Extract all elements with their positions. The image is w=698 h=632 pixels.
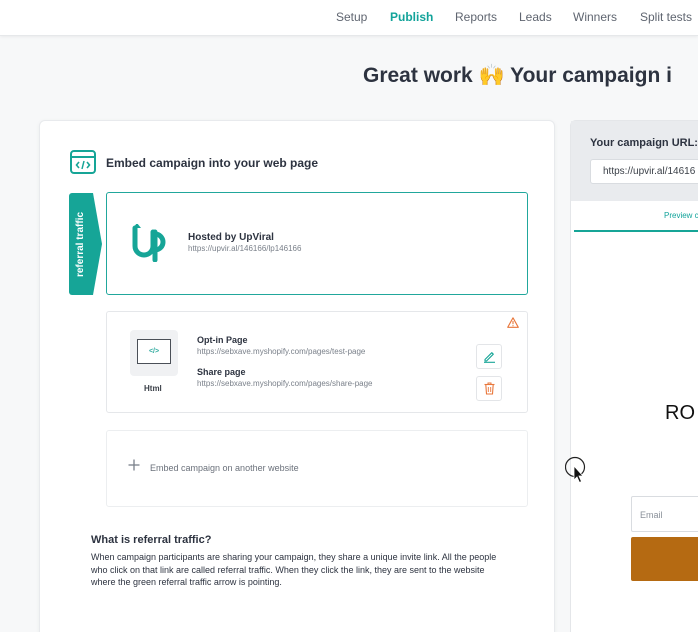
share-page-url: https://sebxave.myshopify.com/pages/shar… [197,379,373,388]
embed-code-icon [70,150,96,174]
optin-page-title: Opt-in Page [197,335,248,345]
delete-button[interactable] [476,376,502,401]
referral-help-text: When campaign participants are sharing y… [91,552,497,587]
hosted-option[interactable] [106,192,528,295]
preview-heading: RO [665,402,695,424]
page-title: Great work 🙌 Your campaign i [363,64,672,87]
tab-preview[interactable]: Preview c [664,211,698,220]
add-embed-label: Embed campaign on another website [150,463,299,473]
warning-icon [507,317,519,328]
tab-leads[interactable]: Leads [519,10,552,24]
html-code-icon: </> [137,339,171,364]
submit-button[interactable] [631,537,698,581]
top-nav: Setup Publish Reports Leads Winners Spli… [0,0,698,36]
tab-split-tests[interactable]: Split tests [640,10,692,24]
edit-pencil-icon [483,352,495,363]
tab-reports[interactable]: Reports [455,10,497,24]
share-page-title: Share page [197,367,246,377]
campaign-url-label: Your campaign URL: [590,137,698,149]
embed-section-title: Embed campaign into your web page [106,156,319,170]
html-label: Html [144,384,162,393]
tab-setup[interactable]: Setup [336,10,367,24]
mouse-cursor [565,456,586,484]
campaign-url-input[interactable]: https://upvir.al/14616 [590,159,698,184]
email-input[interactable]: Email [631,496,698,532]
tab-winners[interactable]: Winners [573,10,617,24]
optin-page-url: https://sebxave.myshopify.com/pages/test… [197,347,366,356]
hosted-url: https://upvir.al/146166/lp146166 [188,244,302,253]
preview-tab-indicator [574,230,698,232]
trash-icon [484,382,494,395]
tab-publish[interactable]: Publish [390,10,433,24]
plus-icon [128,459,140,471]
edit-button[interactable] [476,344,502,369]
hosted-title: Hosted by UpViral [188,232,274,243]
upviral-logo [132,224,166,262]
referral-traffic-label: referral traffic [75,211,87,277]
referral-help-title: What is referral traffic? [91,534,212,546]
